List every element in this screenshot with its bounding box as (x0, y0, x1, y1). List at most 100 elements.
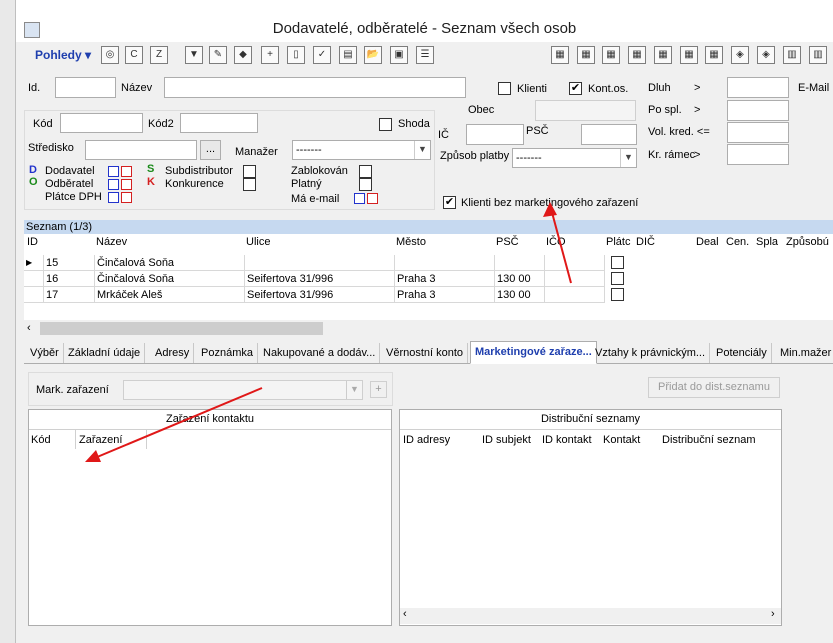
nazev-input[interactable] (164, 77, 466, 98)
doc7-icon[interactable]: ▦ (705, 46, 723, 64)
doc1-icon[interactable]: ▦ (551, 46, 569, 64)
tab-zakladni-udaje[interactable]: Základní údaje (64, 343, 146, 363)
scroll-left-icon[interactable]: ‹ (403, 608, 407, 620)
delete-icon[interactable]: ▯ (287, 46, 305, 64)
pohledy-menu[interactable]: Pohledy ▾ (35, 48, 91, 62)
zarazeni-col-zarazeni[interactable]: Zařazení (79, 434, 122, 446)
sort-icon[interactable]: Z (150, 46, 168, 64)
manazer-select[interactable]: ------- ▼ (292, 140, 431, 160)
refresh-icon[interactable]: ◎ (101, 46, 119, 64)
zpusob-platby-select[interactable]: ------- ▼ (512, 148, 637, 168)
dist-col-id-kontakt[interactable]: ID kontakt (542, 434, 592, 446)
kr-ramec-input[interactable] (727, 144, 789, 165)
col-header-id[interactable]: ID (27, 236, 38, 248)
col-header-nazev[interactable]: Název (96, 236, 127, 248)
cell-platce-checkbox[interactable] (611, 256, 624, 269)
col-header-zpusob[interactable]: Způsobú (786, 236, 829, 248)
vol-kred-input[interactable] (727, 122, 789, 143)
col-header-dic[interactable]: DIČ (636, 236, 655, 248)
dodavatel-yes-box[interactable] (108, 166, 119, 177)
psc-input[interactable] (581, 124, 637, 145)
scroll-right-icon[interactable]: › (771, 608, 775, 620)
ma-email-no-box[interactable] (367, 193, 378, 204)
print-icon[interactable]: ▤ (339, 46, 357, 64)
col-header-platce[interactable]: Plátc (606, 236, 630, 248)
scroll-left-icon[interactable]: ‹ (27, 322, 31, 334)
table-row[interactable]: 17 Mrkáček Aleš Seifertova 31/996 Praha … (24, 287, 833, 303)
tab-marketingove-zarazeni[interactable]: Marketingové zařaze... (470, 341, 597, 364)
odberatel-no-box[interactable] (121, 179, 132, 190)
shoda-checkbox[interactable] (379, 118, 392, 131)
tab-vztahy[interactable]: Vztahy k právnickým... (591, 343, 711, 363)
doc3-icon[interactable]: ▦ (602, 46, 620, 64)
add-zarazeni-button[interactable]: + (370, 381, 387, 398)
col-header-psc[interactable]: PSČ (496, 236, 519, 248)
dist-col-kontakt[interactable]: Kontakt (603, 434, 640, 446)
col-header-deal[interactable]: Deal (696, 236, 719, 248)
filter-icon[interactable]: ▼ (185, 46, 203, 64)
po-spl-input[interactable] (727, 100, 789, 121)
table-row[interactable]: 16 Činčalová Soňa Seifertova 31/996 Prah… (24, 271, 833, 287)
mark-zarazeni-select[interactable]: ▼ (123, 380, 363, 400)
export-icon[interactable]: ▣ (390, 46, 408, 64)
calc2-icon[interactable]: ▥ (809, 46, 827, 64)
insert-icon[interactable]: + (261, 46, 279, 64)
pridat-do-dist-seznamu-button[interactable]: Přidat do dist.seznamu (648, 377, 780, 398)
tab-potencialy[interactable]: Potenciály (712, 343, 772, 363)
cell-platce-checkbox[interactable] (611, 272, 624, 285)
platny-checkbox[interactable] (359, 178, 372, 191)
konkurence-checkbox[interactable] (243, 178, 256, 191)
open-folder-icon[interactable]: 📂 (364, 46, 382, 64)
tab-min-mazer[interactable]: Min.mažer (776, 343, 833, 363)
books2-icon[interactable]: ◈ (757, 46, 775, 64)
copy-icon[interactable]: C (125, 46, 143, 64)
ma-email-yes-box[interactable] (354, 193, 365, 204)
col-header-ulice[interactable]: Ulice (246, 236, 270, 248)
dist-col-id-adresy[interactable]: ID adresy (403, 434, 450, 446)
scrollbar-thumb[interactable] (40, 322, 323, 335)
dodavatel-no-box[interactable] (121, 166, 132, 177)
id-input[interactable] (55, 77, 116, 98)
stredisko-input[interactable] (85, 140, 197, 160)
doc4-icon[interactable]: ▦ (628, 46, 646, 64)
tab-vernostni-konto[interactable]: Věrnostní konto (382, 343, 469, 363)
platce-dph-yes-box[interactable] (108, 192, 119, 203)
kont-os-checkbox[interactable]: ✔ (569, 82, 582, 95)
books1-icon[interactable]: ◈ (731, 46, 749, 64)
klienti-checkbox[interactable] (498, 82, 511, 95)
list-icon[interactable]: ☰ (416, 46, 434, 64)
dluh-input[interactable] (727, 77, 789, 98)
new-record-icon[interactable]: ◆ (234, 46, 252, 64)
stredisko-browse-button[interactable]: ... (200, 140, 221, 160)
table-row[interactable]: ▶ 15 Činčalová Soňa (24, 255, 833, 271)
tab-nakupovane[interactable]: Nakupované a dodáv... (259, 343, 381, 363)
dist-col-id-subjekt[interactable]: ID subjekt (482, 434, 531, 446)
ic-input[interactable] (466, 124, 524, 145)
dist-horizontal-scrollbar[interactable] (400, 608, 781, 624)
odberatel-yes-box[interactable] (108, 179, 119, 190)
cell-platce-checkbox[interactable] (611, 288, 624, 301)
col-header-mesto[interactable]: Město (396, 236, 426, 248)
doc2-icon[interactable]: ▦ (577, 46, 595, 64)
zablokovan-checkbox[interactable] (359, 165, 372, 178)
edit-icon[interactable]: ✎ (209, 46, 227, 64)
klienti-bez-checkbox[interactable]: ✔ (443, 196, 456, 209)
calc-icon[interactable]: ▥ (783, 46, 801, 64)
kod2-input[interactable] (180, 113, 258, 133)
subdistributor-checkbox[interactable] (243, 165, 256, 178)
zarazeni-col-kod[interactable]: Kód (31, 434, 51, 446)
col-header-ico[interactable]: IČO (546, 236, 566, 248)
doc6-icon[interactable]: ▦ (680, 46, 698, 64)
confirm-icon[interactable]: ✓ (313, 46, 331, 64)
tab-vyber[interactable]: Výběr (26, 343, 64, 363)
kod-input[interactable] (60, 113, 143, 133)
doc5-icon[interactable]: ▦ (654, 46, 672, 64)
col-header-cen[interactable]: Cen. (726, 236, 749, 248)
tab-poznamka[interactable]: Poznámka (197, 343, 258, 363)
platce-dph-no-box[interactable] (121, 192, 132, 203)
col-header-spla[interactable]: Spla (756, 236, 778, 248)
row-selector (24, 271, 44, 287)
tab-adresy[interactable]: Adresy (151, 343, 195, 363)
dist-col-distribucni-seznam[interactable]: Distribuční seznam (662, 434, 756, 446)
obec-input[interactable] (535, 100, 636, 121)
